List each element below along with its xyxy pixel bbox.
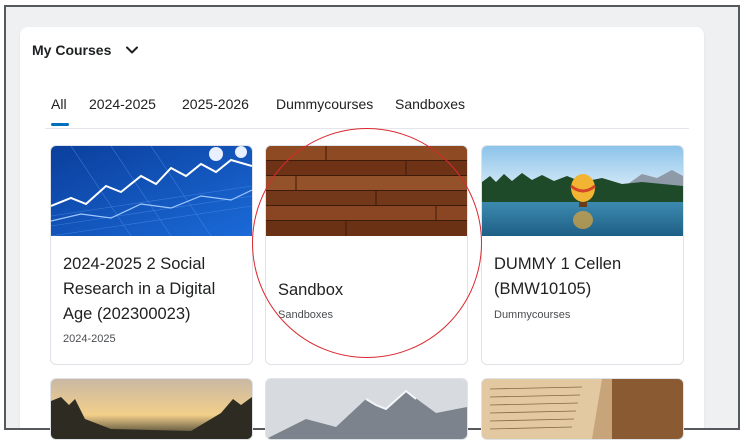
tab-sandboxes[interactable]: Sandboxes <box>395 96 465 112</box>
course-card-sandbox[interactable]: Sandbox Sandboxes <box>265 145 468 365</box>
course-image-old-book <box>482 379 683 439</box>
course-card-dummy-cellen[interactable]: DUMMY 1 Cellen (BMW10105) Dummycourses <box>481 145 684 365</box>
course-card-partial[interactable] <box>265 378 468 440</box>
course-image-sunset <box>51 379 252 439</box>
course-card-social-research[interactable]: 2024-2025 2 Social Research in a Digital… <box>50 145 253 365</box>
course-card-partial[interactable] <box>481 378 684 440</box>
course-semester: 2024-2025 <box>63 333 116 345</box>
course-semester: Sandboxes <box>278 309 334 321</box>
tab-2024-2025[interactable]: 2024-2025 <box>89 96 156 112</box>
course-image-wood-planks <box>266 146 467 236</box>
widget-title: My Courses <box>32 42 112 58</box>
chevron-down-icon[interactable] <box>125 43 139 57</box>
tab-2025-2026[interactable]: 2025-2026 <box>182 96 249 112</box>
course-title: Sandbox <box>278 281 344 299</box>
tab-dummycourses[interactable]: Dummycourses <box>276 96 373 112</box>
course-image-stock-chart <box>51 146 252 236</box>
course-title: 2024-2025 2 Social Research in a Digital… <box>63 255 216 323</box>
course-tabs: All 2024-2025 2025-2026 Dummycourses San… <box>45 96 689 129</box>
course-card-partial[interactable] <box>50 378 253 440</box>
course-image-mountains <box>266 379 467 439</box>
course-title: DUMMY 1 Cellen (BMW10105) <box>494 255 622 298</box>
course-image-hot-air-balloon-lake <box>482 146 683 236</box>
widget-header[interactable]: My Courses <box>32 42 139 58</box>
course-semester: Dummycourses <box>494 309 571 321</box>
tab-all[interactable]: All <box>51 96 69 126</box>
